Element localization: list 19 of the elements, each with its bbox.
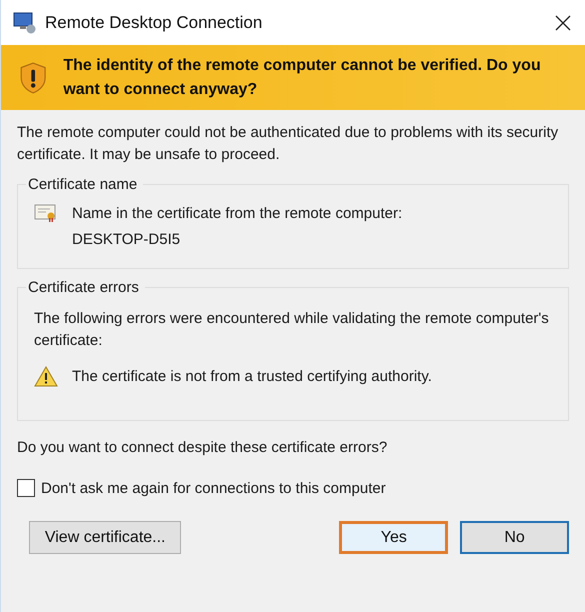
error-text: The certificate is not from a trusted certifying authority. [72,367,432,387]
dialog-button[interactable]: View certificate... [29,521,182,554]
checkbox-label: Don't ask me again for connections to this computer [41,480,386,496]
warning-icon [34,366,58,387]
dont-ask-checkbox[interactable] [17,479,35,497]
certificate-label: Name in the certificate from the remote computer: [72,204,402,224]
question-text: Do you want to connect despite these certificate errors? [17,438,388,458]
group-title: Certificate errors [27,279,140,296]
certificate-name: DESKTOP-D5I5 [72,230,182,250]
banner-text: The identity of the remote computer cannot be verified. Do you want to connect anyway? [63,56,542,100]
dialog-button[interactable]: No [460,521,569,554]
group-title: Certificate name [27,176,138,193]
window-title: Remote Desktop Connection [45,12,264,32]
errors-intro: The following errors were encountered while validating the remote computer's certificate: [34,309,550,351]
certificate-icon [34,203,58,223]
dialog-button[interactable]: Yes [339,521,448,554]
monitor-icon [13,12,37,34]
message-text: The remote computer could not be authenticated due to problems with its security certificate. It may be unsafe to proceed. [17,123,560,165]
close-icon[interactable] [555,14,571,30]
